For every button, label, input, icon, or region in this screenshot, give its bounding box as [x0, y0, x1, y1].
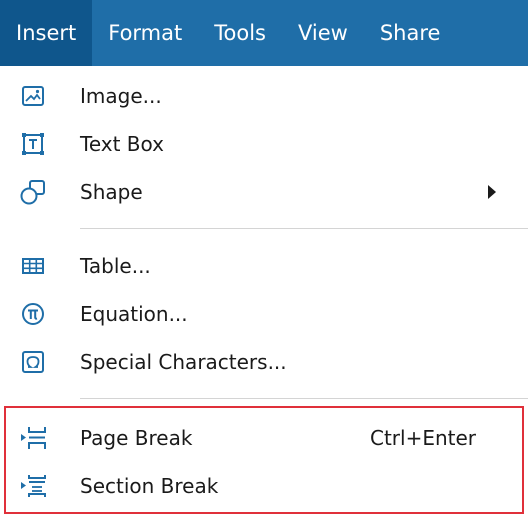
menu-item-section-break[interactable]: Section Break	[0, 462, 528, 510]
special-characters-icon	[19, 348, 47, 376]
menu-item-label: Page Break	[80, 426, 193, 450]
menu-separator	[80, 228, 528, 229]
menu-bar: Insert Format Tools View Share	[0, 0, 528, 66]
menu-view[interactable]: View	[282, 0, 364, 66]
menu-item-label: Equation...	[80, 302, 188, 326]
table-icon	[19, 252, 47, 280]
menu-item-label: Table...	[80, 254, 151, 278]
insert-dropdown-menu: Image... Text Box Shape Table... Equatio…	[0, 66, 528, 516]
image-icon	[19, 82, 47, 110]
equation-icon	[19, 300, 47, 328]
menu-tools[interactable]: Tools	[198, 0, 282, 66]
menu-item-text-box[interactable]: Text Box	[0, 120, 528, 168]
menu-format[interactable]: Format	[92, 0, 198, 66]
page-break-icon	[19, 424, 47, 452]
keyboard-shortcut: Ctrl+Enter	[370, 426, 477, 450]
submenu-arrow-icon	[488, 185, 496, 199]
menu-item-special-characters[interactable]: Special Characters...	[0, 338, 528, 386]
shape-icon	[19, 178, 47, 206]
menu-item-page-break[interactable]: Page Break Ctrl+Enter	[0, 414, 528, 462]
menu-insert[interactable]: Insert	[0, 0, 93, 66]
menu-item-image[interactable]: Image...	[0, 72, 528, 120]
menu-item-table[interactable]: Table...	[0, 242, 528, 290]
menu-item-label: Image...	[80, 84, 162, 108]
menu-item-label: Shape	[80, 180, 143, 204]
menu-item-label: Section Break	[80, 474, 219, 498]
menu-separator	[80, 398, 528, 399]
text-box-icon	[19, 130, 47, 158]
section-break-icon	[19, 472, 47, 500]
menu-share[interactable]: Share	[364, 0, 457, 66]
menu-item-label: Special Characters...	[80, 350, 287, 374]
menu-item-equation[interactable]: Equation...	[0, 290, 528, 338]
menu-item-label: Text Box	[80, 132, 164, 156]
menu-item-shape[interactable]: Shape	[0, 168, 528, 216]
